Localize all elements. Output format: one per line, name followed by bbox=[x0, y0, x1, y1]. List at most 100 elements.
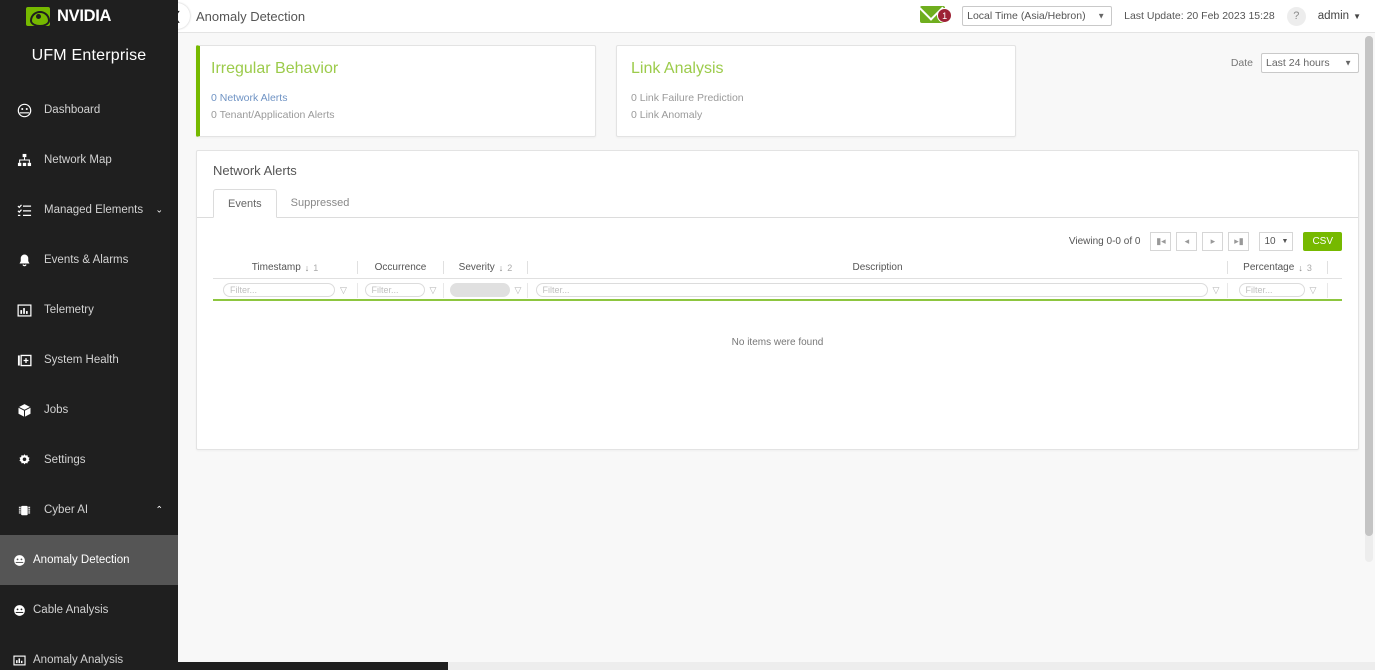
column-header-severity[interactable]: Severity ↓ 2 bbox=[444, 261, 528, 274]
sidebar-item-system-health[interactable]: System Health bbox=[0, 335, 178, 385]
column-label: Timestamp bbox=[252, 262, 301, 273]
page-size-select[interactable]: 10 ▼ bbox=[1259, 232, 1293, 251]
filter-cell-occurrence: Filter... ▽ bbox=[358, 283, 444, 298]
column-header-occurrence[interactable]: Occurrence bbox=[358, 261, 444, 274]
sidebar-item-telemetry[interactable]: Telemetry bbox=[0, 285, 178, 335]
sidebar-item-label: Cable Analysis bbox=[33, 604, 108, 616]
filter-input-description[interactable]: Filter... bbox=[536, 283, 1208, 297]
card-title: Irregular Behavior bbox=[211, 60, 595, 78]
page-size-value: 10 bbox=[1264, 236, 1275, 247]
vertical-scrollbar[interactable] bbox=[1365, 36, 1373, 562]
card-link-analysis[interactable]: Link Analysis 0 Link Failure Prediction … bbox=[616, 45, 1016, 137]
date-range-select[interactable]: Last 24 hours ▼ bbox=[1261, 53, 1359, 73]
date-range-value: Last 24 hours bbox=[1266, 57, 1330, 69]
filter-input-timestamp[interactable]: Filter... bbox=[223, 283, 335, 297]
column-header-description[interactable]: Description bbox=[528, 261, 1228, 274]
sidebar-item-dashboard[interactable]: Dashboard bbox=[0, 85, 178, 135]
column-label: Description bbox=[852, 262, 902, 273]
prev-page-button[interactable]: ◂ bbox=[1176, 232, 1197, 251]
chevron-down-icon[interactable]: ⌄ bbox=[155, 205, 163, 216]
sidebar-item-anomaly-detection[interactable]: Anomaly Detection bbox=[0, 535, 178, 585]
sidebar-item-cyber-ai[interactable]: Cyber AI ⌃ bbox=[0, 485, 178, 535]
sidebar-item-label: Jobs bbox=[44, 404, 68, 416]
bar-chart-icon bbox=[13, 303, 35, 318]
chevron-down-icon: ▼ bbox=[1353, 12, 1361, 21]
sidebar-item-label: Managed Elements bbox=[44, 204, 143, 216]
funnel-icon[interactable]: ▽ bbox=[1213, 286, 1220, 295]
sidebar-item-jobs[interactable]: Jobs bbox=[0, 385, 178, 435]
page-title: Anomaly Detection bbox=[196, 9, 305, 24]
card-link-anomaly-text: 0 Link Anomaly bbox=[631, 107, 1015, 124]
sidebar-item-label: Network Map bbox=[44, 154, 112, 166]
user-name: admin bbox=[1318, 10, 1349, 22]
card-link-failure-prediction-text: 0 Link Failure Prediction bbox=[631, 90, 1015, 107]
sidebar-collapse-button[interactable]: ❮ bbox=[178, 3, 190, 29]
table-filter-row: Filter... ▽ Filter... ▽ ▽ Filter... bbox=[213, 279, 1342, 301]
tab-suppressed[interactable]: Suppressed bbox=[277, 189, 364, 218]
column-header-timestamp[interactable]: Timestamp ↓ 1 bbox=[213, 261, 358, 274]
timezone-value: Local Time (Asia/Hebron) bbox=[967, 10, 1085, 22]
last-page-button[interactable]: ▸▮ bbox=[1228, 232, 1249, 251]
sidebar-item-events-alarms[interactable]: Events & Alarms bbox=[0, 235, 178, 285]
panel-tabs: Events Suppressed bbox=[197, 188, 1358, 218]
sidebar-item-label: Anomaly Analysis bbox=[33, 654, 123, 666]
sort-order-index: 2 bbox=[507, 263, 512, 273]
column-label: Percentage bbox=[1243, 262, 1294, 273]
column-header-spacer bbox=[1328, 261, 1342, 274]
next-page-button[interactable]: ▸ bbox=[1202, 232, 1223, 251]
sidebar-item-label: Anomaly Detection bbox=[33, 554, 130, 566]
user-menu[interactable]: admin ▼ bbox=[1318, 10, 1361, 22]
sort-arrow-icon: ↓ bbox=[305, 263, 310, 273]
nvidia-logo[interactable]: NVIDIA bbox=[0, 0, 178, 33]
notification-badge: 1 bbox=[937, 8, 952, 23]
list-icon bbox=[13, 203, 35, 218]
app-root: NVIDIA UFM Enterprise Dashboard bbox=[0, 0, 1375, 670]
sidebar-item-cable-analysis[interactable]: Cable Analysis bbox=[0, 585, 178, 635]
sidebar-item-label: Cyber AI bbox=[44, 504, 88, 516]
first-page-button[interactable]: ▮◂ bbox=[1150, 232, 1171, 251]
sidebar: NVIDIA UFM Enterprise Dashboard bbox=[0, 0, 178, 670]
sidebar-item-label: Dashboard bbox=[44, 104, 100, 116]
table-header-row: Timestamp ↓ 1 Occurrence Severity ↓ 2 bbox=[213, 257, 1342, 279]
sidebar-item-settings[interactable]: Settings bbox=[0, 435, 178, 485]
card-irregular-behavior[interactable]: Irregular Behavior 0 Network Alerts 0 Te… bbox=[196, 45, 596, 137]
timezone-select[interactable]: Local Time (Asia/Hebron) ▼ bbox=[962, 6, 1112, 26]
card-title: Link Analysis bbox=[631, 60, 1015, 78]
filter-cell-description: Filter... ▽ bbox=[528, 283, 1228, 298]
chevron-down-icon: ▼ bbox=[1344, 59, 1352, 68]
chevron-up-icon[interactable]: ⌃ bbox=[155, 505, 163, 516]
tab-events[interactable]: Events bbox=[213, 189, 277, 218]
filter-input-severity[interactable] bbox=[450, 283, 510, 297]
sidebar-item-network-map[interactable]: Network Map bbox=[0, 135, 178, 185]
funnel-icon[interactable]: ▽ bbox=[430, 286, 437, 295]
top-bar-right: 1 Local Time (Asia/Hebron) ▼ Last Update… bbox=[920, 6, 1375, 26]
vertical-scrollbar-thumb[interactable] bbox=[1365, 36, 1373, 536]
date-filter: Date Last 24 hours ▼ bbox=[1231, 45, 1359, 73]
help-button[interactable]: ? bbox=[1287, 7, 1306, 26]
gauge-small-icon bbox=[10, 554, 28, 567]
funnel-icon[interactable]: ▽ bbox=[340, 286, 347, 295]
last-update-text: Last Update: 20 Feb 2023 15:28 bbox=[1124, 10, 1275, 22]
sidebar-item-anomaly-analysis[interactable]: Anomaly Analysis bbox=[0, 635, 178, 670]
filter-cell-spacer bbox=[1328, 283, 1342, 298]
funnel-icon[interactable]: ▽ bbox=[515, 286, 522, 295]
horizontal-scrollbar[interactable] bbox=[178, 662, 1375, 670]
filter-input-percentage[interactable]: Filter... bbox=[1239, 283, 1305, 297]
sort-order-index: 1 bbox=[313, 263, 318, 273]
sidebar-item-managed-elements[interactable]: Managed Elements ⌄ bbox=[0, 185, 178, 235]
sort-order-index: 3 bbox=[1307, 263, 1312, 273]
sidebar-item-label: System Health bbox=[44, 354, 119, 366]
summary-cards: Irregular Behavior 0 Network Alerts 0 Te… bbox=[196, 45, 1359, 137]
sidebar-nav: Dashboard Network Map bbox=[0, 81, 178, 670]
card-network-alerts-link[interactable]: 0 Network Alerts bbox=[211, 90, 595, 107]
filter-input-occurrence[interactable]: Filter... bbox=[365, 283, 425, 297]
nvidia-eye-icon bbox=[26, 7, 50, 26]
chevron-down-icon: ▼ bbox=[1282, 238, 1289, 245]
funnel-icon[interactable]: ▽ bbox=[1310, 286, 1317, 295]
column-header-percentage[interactable]: Percentage ↓ 3 bbox=[1228, 261, 1328, 274]
horizontal-scrollbar-thumb[interactable] bbox=[178, 662, 448, 670]
notifications-button[interactable]: 1 bbox=[920, 6, 950, 26]
content-area: Irregular Behavior 0 Network Alerts 0 Te… bbox=[178, 33, 1375, 670]
csv-export-button[interactable]: CSV bbox=[1303, 232, 1342, 251]
sidebar-item-label: Events & Alarms bbox=[44, 254, 128, 266]
